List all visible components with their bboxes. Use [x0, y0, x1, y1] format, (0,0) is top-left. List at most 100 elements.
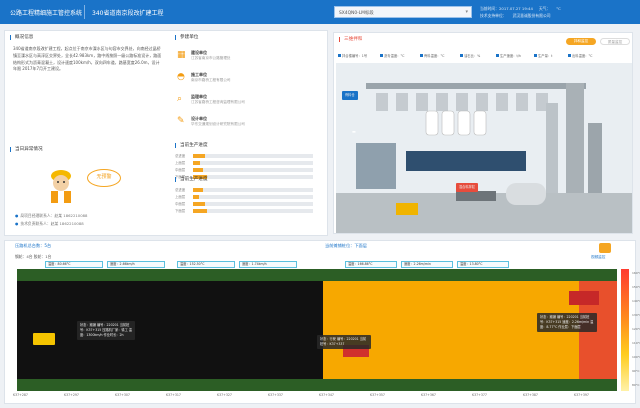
contact-2: ● 技术负责联系人：赵某 1862210088 [15, 221, 165, 227]
label-mixer: 混合料拌缸 [456, 183, 478, 192]
progress-track [193, 161, 313, 165]
legend-label: 160°C [632, 271, 640, 275]
progress-row: 中面层 [175, 201, 320, 207]
readout-temp-2: 温度：152.50°C [177, 261, 235, 268]
progress-fill [193, 168, 203, 172]
progress-row: 下面层 [175, 208, 320, 214]
progress-fill [193, 202, 205, 206]
video-monitor-link[interactable]: 视频监控 [591, 255, 605, 260]
station-label: K37+337 [268, 393, 283, 397]
paving-monitor-panel: 压路机总台数：5台 钢轮：4台 胶轮：1台 当前摊铺桩位：下面层 视频监控 温度… [4, 240, 640, 404]
header-divider [84, 5, 85, 19]
unit-construction: ▦ 建设单位 江苏省南京市公路管理处 [175, 49, 285, 69]
roller-popup-2: 状态：行驶 编号：220201 当前桩号：K37+337 [317, 335, 371, 349]
progress-fill [193, 209, 208, 213]
unit-supervisor: ⌕ 监理单位 江苏省路桥工程咨询监理有限公司 [175, 93, 285, 113]
temperature-legend [621, 269, 629, 391]
mixing-plant-panel: 三维拌和 拌和监控 质量监控 拌合楼编号：1号 沥青温度：°C 骨料温度：°C … [333, 32, 633, 234]
scene-title: 三维拌和 [339, 37, 362, 42]
progress-track [193, 168, 313, 172]
alarm-title: 当日异常情况 [10, 147, 43, 152]
station-label: K37+317 [166, 393, 181, 397]
progress-fill [193, 188, 203, 192]
roller-popup-1: 状态：摊铺 编号：220201 当前桩号：K37+315 压路机厂家：徐工 温度… [77, 321, 135, 340]
progress-label: 中面层 [175, 168, 186, 172]
readout-speed-1: 速度：2.66km/h [107, 261, 165, 268]
readout-temp-3: 温度：166.86°C [345, 261, 397, 268]
contact-1: ● 局项目经理联系人：赵某 1862210088 [15, 213, 165, 219]
readout-speed-3: 速度：2.26m/min [401, 261, 453, 268]
svg-text:▬: ▬ [352, 129, 356, 134]
chevron-down-icon: ▾ [465, 9, 468, 15]
section-select[interactable]: SX4QN0-LM标段 ▾ [334, 6, 472, 18]
readout-temp-1: 温度：80.66°C [45, 261, 103, 268]
gauge: 骨料温度：°C [420, 53, 444, 58]
project-title: 340省道南京段改扩建工程 [92, 10, 164, 17]
progress-label: 上面层 [175, 195, 186, 199]
readout-temp-4: 温度：13.80°C [457, 261, 509, 268]
system-title: 公路工程精细施工管控系统 [10, 10, 83, 17]
progress-fill [193, 161, 201, 165]
support-label: 技术支持单位： [480, 13, 507, 18]
temperature-label: °C [556, 6, 561, 11]
station-label: K37+297 [64, 393, 79, 397]
phone-icon: ● [15, 213, 19, 218]
project-info-panel: 概况信息 340省道南京段改扩建工程，起点位于南京市溧水区与句容市交界处，向南经… [4, 30, 328, 236]
legend-label: 100°C [632, 355, 640, 359]
station-label: K37+327 [217, 393, 232, 397]
unit-value: 南京市路桥工程有限公司 [191, 78, 231, 82]
gauge: 生产量：t [534, 53, 552, 58]
unit-value: 江苏省南京市公路管理处 [191, 56, 231, 60]
unit-value: 华东交通规划设计研究院有限公司 [191, 122, 245, 126]
plan-title: 当前生产进度 [175, 177, 208, 182]
current-time: 当前时间：2017.07.27 19:44 [480, 6, 533, 11]
legend-label: 110°C [632, 341, 640, 345]
station-label: K37+287 [13, 393, 28, 397]
progress-track [193, 202, 313, 206]
road-edge-top [17, 269, 617, 281]
progress-track [193, 154, 313, 158]
helmet-icon: ◓ [177, 72, 185, 82]
legend-label: 90°C [632, 369, 640, 373]
paver-popup: 状态：摊铺 编号：220201 当前桩号：K37+315 速度：2.26m/mi… [537, 313, 597, 332]
plant-gauges: 拌合楼编号：1号 沥青温度：°C 骨料温度：°C 油石比：% 生产速度：t/h … [338, 53, 628, 63]
progress-track [193, 209, 313, 213]
station-label: K37+367 [421, 393, 436, 397]
road-edge-bottom [17, 379, 617, 391]
tab-quality-monitor[interactable]: 质量监控 [600, 38, 630, 45]
station-label: K37+307 [115, 393, 130, 397]
gauge: 拌合楼编号：1号 [338, 53, 367, 58]
header-bar: 公路工程精细施工管控系统 340省道南京段改扩建工程 SX4QN0-LM标段 ▾ … [0, 0, 640, 24]
legend-label: 130°C [632, 313, 640, 317]
progress-label: 总进度 [175, 154, 186, 158]
readout-speed-2: 速度：1.74km/h [239, 261, 297, 268]
station-label: K37+397 [574, 393, 589, 397]
gauge: 出料温度：°C [568, 53, 592, 58]
gauge: 油石比：% [460, 53, 480, 58]
support-company: 武汉慧诚股份有限公司 [512, 13, 551, 18]
progress-title: 当前生产进度 [175, 143, 208, 148]
camera-icon[interactable] [599, 243, 611, 253]
legend-label: 150°C [632, 285, 640, 289]
overview-text: 340省道南京段改扩建工程，起点位于南京市溧水区与句容市交界处，向南经过晶桥镇至… [13, 46, 162, 72]
overview-title: 概况信息 [10, 35, 33, 40]
station-label: K37+347 [319, 393, 334, 397]
station-label: K37+377 [472, 393, 487, 397]
paver-icon[interactable] [569, 291, 599, 305]
gauge: 生产速度：t/h [496, 53, 521, 58]
roller-types: 钢轮：4台 胶轮：1台 [15, 254, 52, 259]
label-aggregate: 骨料仓 [342, 91, 358, 100]
no-warning-bubble: 无预警 [87, 169, 121, 187]
progress-row: 上面层 [175, 160, 320, 166]
units-title: 参建单位 [175, 35, 198, 40]
paving-station: 当前摊铺桩位：下面层 [325, 243, 367, 248]
tab-mixing-monitor[interactable]: 拌和监控 [566, 38, 596, 45]
progress-track [193, 188, 313, 192]
unit-design: ✎ 设计单位 华东交通规划设计研究院有限公司 [175, 115, 285, 135]
progress-label: 总进度 [175, 188, 186, 192]
roller-icon[interactable] [33, 333, 55, 345]
weather-label: 天气： [538, 6, 551, 11]
progress-label: 下面层 [175, 209, 186, 213]
legend-label: 80°C [632, 383, 640, 387]
contact-text: 技术负责联系人：赵某 1862210088 [20, 221, 84, 226]
